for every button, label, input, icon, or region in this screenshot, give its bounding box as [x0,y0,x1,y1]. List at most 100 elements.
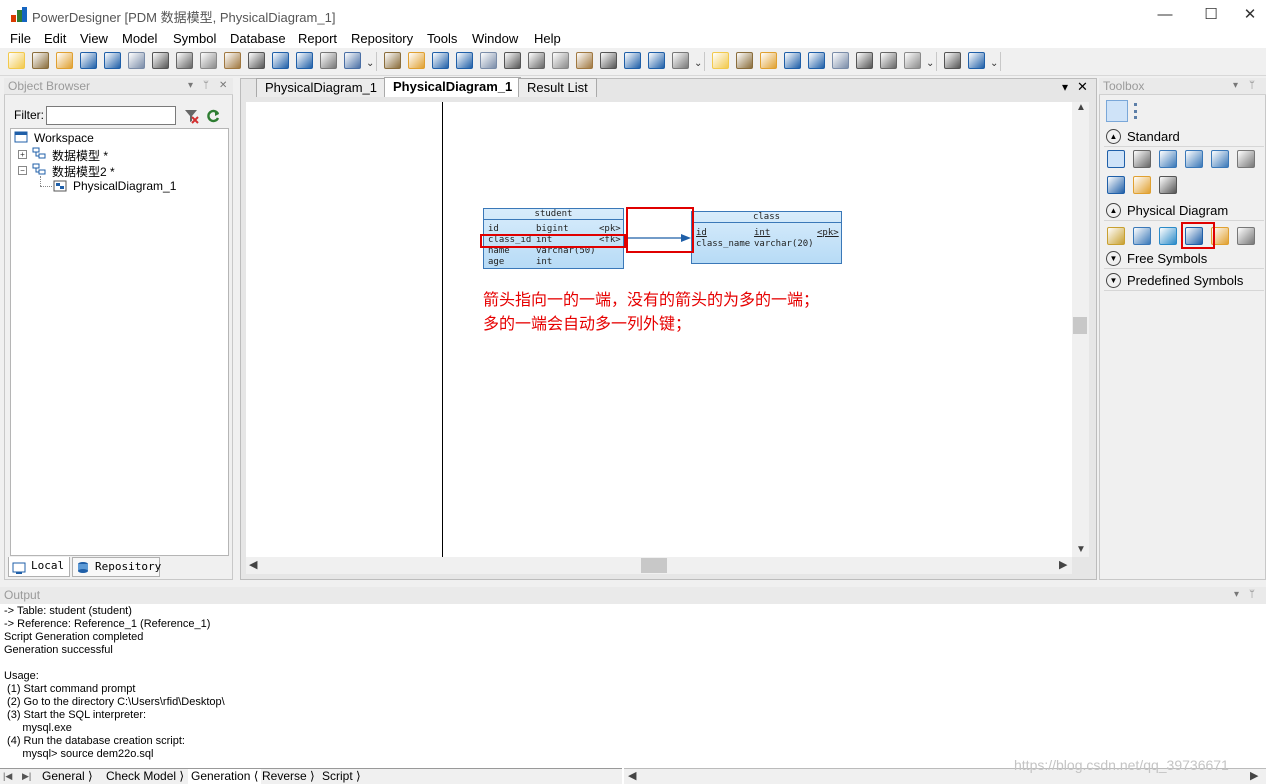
menu-file[interactable]: File [10,31,31,46]
pencil-icon[interactable] [552,52,569,69]
paste-icon[interactable] [224,52,241,69]
font-icon[interactable] [600,52,617,69]
new-model-icon[interactable] [32,52,49,69]
toolbox-section-physical-diagram[interactable]: ▲ Physical Diagram [1104,201,1264,221]
tab-scroll-left-icon[interactable]: |◀ [3,769,12,784]
more-icon[interactable]: ⌄ [990,58,998,69]
refresh-icon[interactable] [456,52,473,69]
tree-item-model-1[interactable]: 数据模型 * [52,147,108,164]
layout-icon[interactable] [760,52,777,69]
menu-edit[interactable]: Edit [44,31,66,46]
pointer-icon[interactable] [1107,150,1125,168]
menu-symbol[interactable]: Symbol [173,31,216,46]
vertical-scrollbar[interactable]: ▲ ▼ [1072,102,1089,557]
menu-help[interactable]: Help [534,31,561,46]
note-icon[interactable] [1133,176,1151,194]
expand-toggle[interactable]: + [18,150,27,159]
group-icon[interactable] [736,52,753,69]
filter-input[interactable] [46,106,176,125]
tab-reverse[interactable]: Reverse ⟩ [262,769,315,784]
toolbox-section-predefined-symbols[interactable]: ▼ Predefined Symbols [1104,271,1264,291]
menu-repository[interactable]: Repository [351,31,413,46]
print-icon[interactable] [152,52,169,69]
open-icon[interactable] [56,52,73,69]
table-class[interactable]: class id int <pk> class_name varchar(20) [691,211,842,264]
refresh-icon[interactable] [205,108,221,124]
package-icon[interactable] [1107,227,1125,245]
panel-menu-icon[interactable]: ▾ [1234,589,1239,600]
zoom-page-icon[interactable] [784,52,801,69]
menu-report[interactable]: Report [298,31,337,46]
model-check-icon[interactable] [344,52,361,69]
plot-icon[interactable] [576,52,593,69]
package-icon[interactable] [408,52,425,69]
panel-menu-icon[interactable]: ▾ [188,80,193,91]
copy-icon[interactable] [200,52,217,69]
clear-filter-icon[interactable] [183,108,199,124]
panel-close-icon[interactable]: ✕ [219,80,227,91]
select-mode-icon[interactable] [856,52,873,69]
scroll-right-icon[interactable]: ▶ [1250,769,1258,782]
save-all-icon[interactable] [104,52,121,69]
tab-generation-active[interactable]: Generation ⟨ [188,769,262,784]
close-document-icon[interactable]: ✕ [1077,79,1088,95]
tab-script[interactable]: Script ⟩ [322,769,361,784]
printer-icon[interactable] [968,52,985,69]
align-icon[interactable] [712,52,729,69]
back-icon[interactable] [648,52,665,69]
scroll-thumb[interactable] [641,558,667,573]
pin-icon[interactable]: ᛘ [1249,80,1255,91]
zoom-in-icon[interactable] [1159,150,1177,168]
zoom-fit-icon[interactable] [1211,150,1229,168]
scroll-up-icon[interactable]: ▲ [1076,102,1086,113]
toolbox-section-standard[interactable]: ▲ Standard [1104,127,1264,147]
scroll-left-icon[interactable]: ◀ [628,769,636,782]
tab-result-list[interactable]: Result List [518,78,597,97]
window-icon[interactable] [504,52,521,69]
forward-icon[interactable] [672,52,689,69]
save-icon[interactable] [80,52,97,69]
properties-icon[interactable] [1237,150,1255,168]
workspace-icon[interactable] [384,52,401,69]
generate-icon[interactable] [808,52,825,69]
list-view-icon[interactable] [1134,103,1148,119]
properties-icon[interactable] [320,52,337,69]
tab-general[interactable]: General ⟩ [42,769,93,784]
new-icon[interactable] [8,52,25,69]
tab-check-model[interactable]: Check Model ⟩ [106,769,184,784]
redo-icon[interactable] [296,52,313,69]
scroll-down-icon[interactable]: ▼ [1076,544,1086,555]
list-icon[interactable] [528,52,545,69]
maximize-button[interactable]: ☐ [1188,0,1234,30]
collapse-toggle[interactable]: − [18,166,27,175]
tree-item-physical-diagram[interactable]: PhysicalDiagram_1 [73,179,176,193]
pin-icon[interactable]: ᛘ [1249,589,1255,600]
scroll-thumb[interactable] [1073,317,1087,334]
cut-icon[interactable] [1107,176,1125,194]
image-icon[interactable] [624,52,641,69]
pin-icon[interactable]: ᛘ [203,80,209,91]
tab-list-menu-icon[interactable]: ▾ [1062,80,1068,94]
menu-database[interactable]: Database [230,31,286,46]
browser-icon[interactable] [432,52,449,69]
tab-physicaldiagram-1[interactable]: PhysicalDiagram_1 [256,78,386,97]
minimize-button[interactable]: — [1142,0,1188,30]
grabber-icon[interactable] [1133,150,1151,168]
scroll-right-icon[interactable]: ▶ [1059,558,1067,571]
delete-icon[interactable] [248,52,265,69]
view-icon[interactable] [1159,227,1177,245]
menu-view[interactable]: View [80,31,108,46]
large-icons-view-icon[interactable] [1106,100,1128,122]
more-icon[interactable]: ⌄ [366,58,374,69]
toolbox-section-free-symbols[interactable]: ▼ Free Symbols [1104,249,1264,269]
print-preview-icon[interactable] [128,52,145,69]
zoom-out-icon[interactable] [1185,150,1203,168]
panel-menu-icon[interactable]: ▾ [1233,80,1238,91]
tab-scroll-right-icon[interactable]: ▶| [22,769,31,784]
comment-icon[interactable] [880,52,897,69]
grid-icon[interactable] [904,52,921,69]
table-icon[interactable] [1133,227,1151,245]
tree-item-workspace[interactable]: Workspace [34,131,94,145]
more-icon[interactable]: ⌄ [694,58,702,69]
menu-model[interactable]: Model [122,31,157,46]
